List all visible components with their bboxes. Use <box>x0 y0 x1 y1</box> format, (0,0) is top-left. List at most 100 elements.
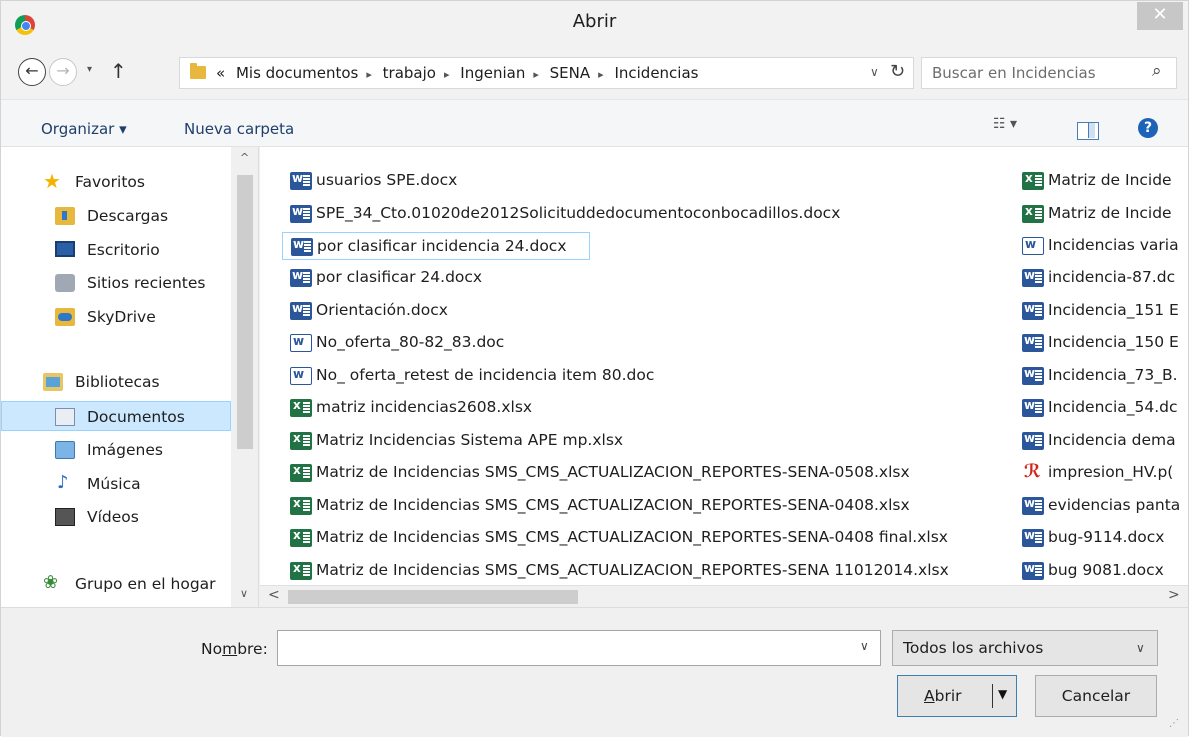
excel-file-icon <box>290 398 312 417</box>
sidebar-item-descargas[interactable]: Descargas <box>1 201 231 231</box>
star-icon: ★ <box>43 169 61 193</box>
sidebar-item-label: Grupo en el hogar <box>75 575 216 593</box>
organize-button[interactable]: Organizar ▾ <box>41 120 127 138</box>
search-box[interactable]: ⌕ <box>921 57 1177 89</box>
sidebar-item-label: Sitios recientes <box>87 274 206 292</box>
breadcrumb-item-ingenian[interactable]: Ingenian <box>460 64 525 82</box>
word-file-icon <box>1022 301 1044 320</box>
word-file-icon <box>1022 431 1044 450</box>
sidebar-item-label: Favoritos <box>75 173 145 191</box>
new-folder-button[interactable]: Nueva carpeta <box>184 120 294 138</box>
file-name: Matriz de Incidencias SMS_CMS_ACTUALIZAC… <box>316 463 910 481</box>
title-bar: Abrir ✕ <box>1 1 1188 49</box>
scrollbar-thumb[interactable] <box>288 590 578 604</box>
navigation-scrollbar[interactable]: ^ ∨ <box>231 147 259 607</box>
file-name: usuarios SPE.docx <box>316 171 458 189</box>
file-name: incidencia-87.dc <box>1048 268 1176 286</box>
excel-file-icon <box>290 496 312 515</box>
open-file-dialog: Abrir ✕ ← → ▾ ↑ « Mis documentos ▸ trabaj… <box>0 0 1189 737</box>
search-input[interactable] <box>922 58 1142 88</box>
refresh-icon[interactable]: ↻ <box>890 61 905 82</box>
cancel-button[interactable]: Cancelar <box>1035 675 1157 717</box>
breadcrumb-separator-icon[interactable]: ▸ <box>533 68 539 81</box>
sidebar-item-label: Vídeos <box>87 508 139 526</box>
file-name: Matriz de Incidencias SMS_CMS_ACTUALIZAC… <box>316 561 949 579</box>
breadcrumb-item-sena[interactable]: SENA <box>550 64 590 82</box>
file-name: Matriz de Incide <box>1048 171 1172 189</box>
word-file-icon <box>1022 333 1044 352</box>
file-name-combobox[interactable]: ∨ <box>277 630 881 666</box>
excel-file-icon <box>1022 171 1044 190</box>
sidebar-item-escritorio[interactable]: Escritorio <box>1 235 231 265</box>
chevron-down-icon[interactable]: ∨ <box>860 639 869 653</box>
scroll-right-icon[interactable]: > <box>1168 587 1180 603</box>
breadcrumb-item-incidencias[interactable]: Incidencias <box>614 64 698 82</box>
file-list-horizontal-scrollbar[interactable]: < > <box>260 585 1188 607</box>
address-dropdown-icon[interactable]: ∨ <box>870 65 879 79</box>
word-file-icon <box>290 268 312 287</box>
close-button[interactable]: ✕ <box>1137 2 1183 30</box>
word-legacy-file-icon <box>290 367 312 385</box>
sidebar-item-sitios-recientes[interactable]: Sitios recientes <box>1 268 231 298</box>
sidebar-item-label: SkyDrive <box>87 308 156 326</box>
breadcrumb-item-trabajo[interactable]: trabajo <box>383 64 436 82</box>
back-button[interactable]: ← <box>18 58 46 86</box>
word-file-icon <box>1022 366 1044 385</box>
change-view-icon[interactable]: ☷ ▾ <box>993 116 1017 132</box>
scroll-up-icon[interactable]: ^ <box>240 151 249 164</box>
recent-locations-chevron-icon[interactable]: ▾ <box>87 64 92 75</box>
file-name-label: Nombre: <box>201 640 268 658</box>
breadcrumb-overflow[interactable]: « <box>216 64 225 82</box>
file-name-label-accesskey: m <box>222 640 238 658</box>
word-file-icon <box>291 237 313 256</box>
resize-grip-icon[interactable]: ⋰ <box>1169 718 1179 729</box>
file-type-select[interactable]: Todos los archivos ∨ <box>892 630 1158 666</box>
sidebar-item-musica[interactable]: ♪ Música <box>1 469 231 499</box>
file-name: Incidencia dema <box>1048 431 1176 449</box>
scroll-down-icon[interactable]: ∨ <box>240 587 248 600</box>
sidebar-item-grupo-en-el-hogar[interactable]: ❀ Grupo en el hogar <box>1 569 231 599</box>
downloads-icon <box>55 207 75 225</box>
word-file-icon <box>1022 528 1044 547</box>
breadcrumb-separator-icon[interactable]: ▸ <box>366 68 372 81</box>
search-icon[interactable]: ⌕ <box>1152 61 1162 81</box>
file-name: Incidencias varia <box>1048 236 1179 254</box>
open-button[interactable]: Abrir ▼ <box>897 675 1017 717</box>
preview-pane-icon[interactable] <box>1077 122 1099 140</box>
sidebar-item-label: Escritorio <box>87 241 160 259</box>
file-name: por clasificar 24.docx <box>316 268 483 286</box>
breadcrumb-item-mis-documentos[interactable]: Mis documentos <box>236 64 358 82</box>
open-options-dropdown-icon[interactable]: ▼ <box>998 687 1007 701</box>
sidebar-item-label: Bibliotecas <box>75 373 160 391</box>
file-item-selected[interactable]: por clasificar incidencia 24.docx <box>282 232 590 260</box>
address-bar[interactable]: « Mis documentos ▸ trabajo ▸ Ingenian ▸ SEN… <box>179 57 914 89</box>
file-name: Matriz de Incide <box>1048 204 1172 222</box>
sidebar-item-imagenes[interactable]: Imágenes <box>1 435 231 465</box>
scroll-left-icon[interactable]: < <box>268 587 280 603</box>
sidebar-item-skydrive[interactable]: SkyDrive <box>1 302 231 332</box>
sidebar-item-videos[interactable]: Vídeos <box>1 502 231 532</box>
file-type-value: Todos los archivos <box>903 639 1044 657</box>
sidebar-item-favoritos[interactable]: ★ Favoritos <box>1 167 231 197</box>
skydrive-icon <box>55 308 75 326</box>
file-name: No_oferta_80-82_83.doc <box>316 333 505 351</box>
up-folder-button[interactable]: ↑ <box>110 59 127 83</box>
chevron-down-icon[interactable]: ∨ <box>1136 641 1145 655</box>
sidebar-item-label: Documentos <box>87 408 185 426</box>
excel-file-icon <box>290 561 312 580</box>
breadcrumb-separator-icon[interactable]: ▸ <box>598 68 604 81</box>
file-name: por clasificar incidencia 24.docx <box>317 237 567 255</box>
word-file-icon <box>290 171 312 190</box>
file-name: impresion_HV.p( <box>1048 463 1174 481</box>
file-name-input[interactable] <box>278 631 848 665</box>
help-icon[interactable]: ? <box>1138 118 1158 138</box>
forward-button[interactable]: → <box>49 58 77 86</box>
file-name: Orientación.docx <box>316 301 448 319</box>
sidebar-item-bibliotecas[interactable]: Bibliotecas <box>1 367 231 397</box>
scrollbar-thumb[interactable] <box>237 175 253 449</box>
command-bar: Organizar ▾ Nueva carpeta ☷ ▾ ? <box>1 99 1188 147</box>
word-file-icon <box>1022 561 1044 580</box>
breadcrumb-separator-icon[interactable]: ▸ <box>444 68 450 81</box>
word-legacy-file-icon <box>1022 237 1044 255</box>
sidebar-item-documentos[interactable]: Documentos <box>1 401 231 431</box>
